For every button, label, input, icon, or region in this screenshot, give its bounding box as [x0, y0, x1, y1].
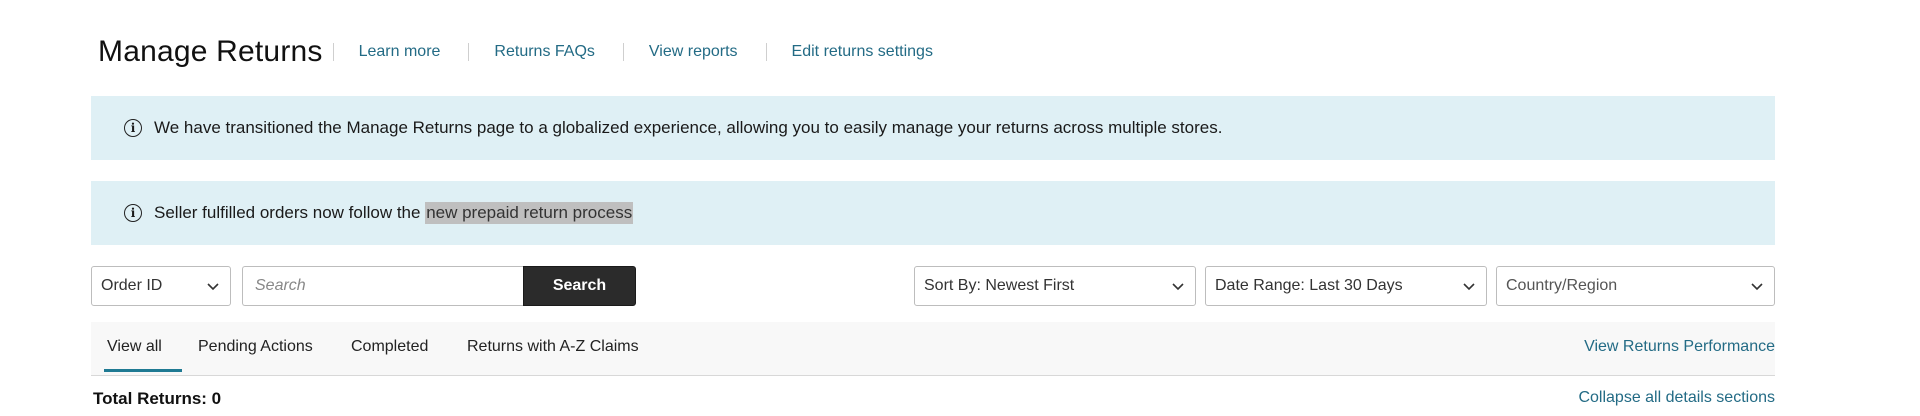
- active-tab-indicator: [104, 369, 182, 372]
- date-range-select[interactable]: Date Range: Last 30 Days: [1205, 266, 1487, 306]
- country-region-select[interactable]: Country/Region: [1496, 266, 1775, 306]
- search-input[interactable]: Search: [242, 266, 524, 306]
- divider: [622, 43, 624, 61]
- returns-tabs: View all Pending Actions Completed Retur…: [91, 322, 1775, 376]
- view-reports-link[interactable]: View reports: [649, 43, 738, 61]
- country-region-value: Country/Region: [1506, 277, 1618, 294]
- chevron-down-icon: [207, 283, 219, 291]
- tab-completed[interactable]: Completed: [351, 338, 428, 356]
- search-button[interactable]: Search: [523, 266, 636, 306]
- header-links: Learn more Returns FAQs View reports Edi…: [332, 43, 961, 61]
- search-field-value: Order ID: [101, 277, 163, 294]
- info-icon: i: [124, 119, 142, 137]
- chevron-down-icon: [1172, 283, 1184, 291]
- search-and-filter-bar: Order ID Search Search Sort By: Newest F…: [91, 266, 1775, 308]
- total-returns-count: Total Returns: 0: [93, 389, 222, 408]
- divider: [332, 43, 334, 61]
- divider: [468, 43, 470, 61]
- collapse-all-details-link[interactable]: Collapse all details sections: [1578, 389, 1775, 407]
- globalization-banner: i We have transitioned the Manage Return…: [91, 96, 1775, 160]
- prepaid-return-banner: i Seller fulfilled orders now follow the…: [91, 181, 1775, 245]
- page-header: Manage Returns Learn more Returns FAQs V…: [98, 30, 961, 74]
- returns-faqs-link[interactable]: Returns FAQs: [494, 43, 594, 61]
- tab-pending-actions[interactable]: Pending Actions: [198, 338, 313, 356]
- view-returns-performance-link[interactable]: View Returns Performance: [1584, 338, 1775, 356]
- search-field-select[interactable]: Order ID: [91, 266, 231, 306]
- page-title: Manage Returns: [98, 35, 323, 68]
- sort-select[interactable]: Sort By: Newest First: [914, 266, 1196, 306]
- tab-view-all[interactable]: View all: [107, 338, 162, 356]
- globalization-banner-text: We have transitioned the Manage Returns …: [154, 118, 1223, 137]
- sort-value: Sort By: Newest First: [924, 277, 1075, 294]
- learn-more-link[interactable]: Learn more: [359, 43, 441, 61]
- divider: [765, 43, 767, 61]
- chevron-down-icon: [1751, 283, 1763, 291]
- prepaid-return-process-link[interactable]: new prepaid return process: [425, 202, 634, 224]
- chevron-down-icon: [1463, 283, 1475, 291]
- date-range-value: Date Range: Last 30 Days: [1215, 277, 1403, 294]
- edit-returns-settings-link[interactable]: Edit returns settings: [792, 43, 933, 61]
- prepaid-banner-text: Seller fulfilled orders now follow the: [154, 203, 426, 222]
- tab-returns-az-claims[interactable]: Returns with A-Z Claims: [467, 338, 639, 356]
- info-icon: i: [124, 204, 142, 222]
- search-placeholder: Search: [255, 277, 306, 294]
